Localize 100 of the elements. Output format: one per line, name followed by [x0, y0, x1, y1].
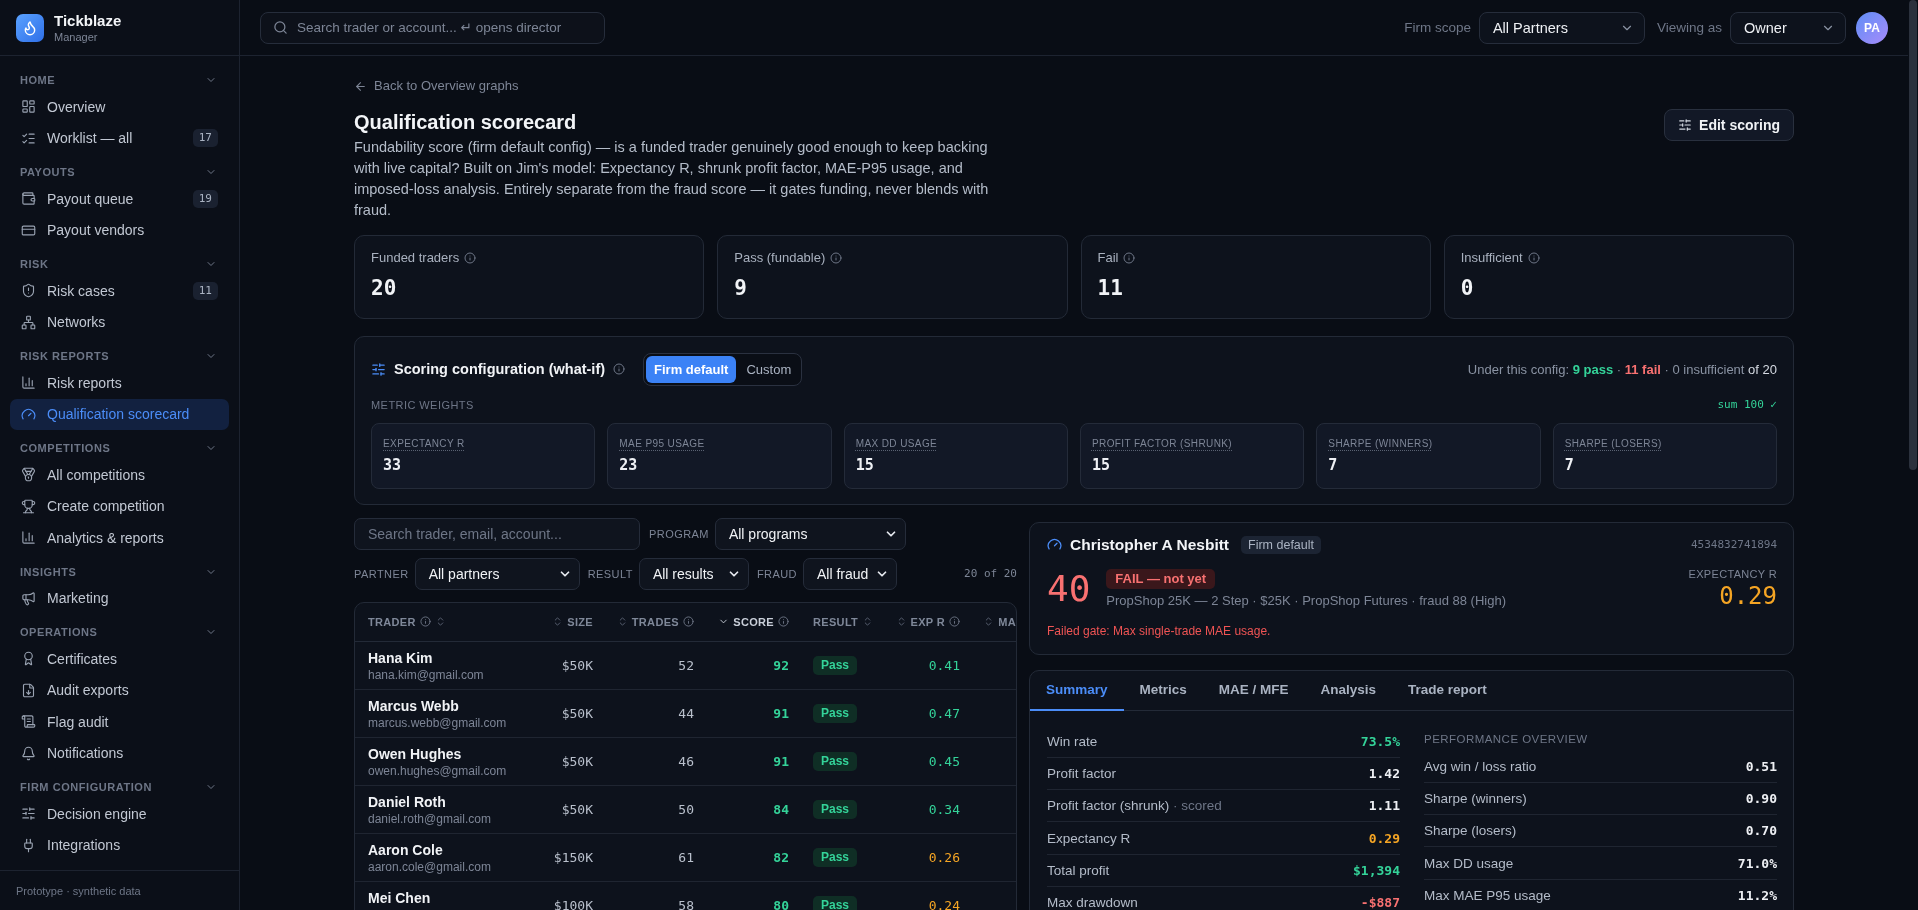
metric-label: EXPECTANCY R	[1688, 566, 1777, 581]
weight-value: 33	[383, 454, 402, 475]
card-icon	[21, 222, 36, 238]
nav-item[interactable]: Payout vendors	[10, 214, 218, 246]
section-toggle[interactable]: INSIGHTS	[10, 560, 229, 583]
table-cell: 91	[773, 705, 789, 721]
mode-tab[interactable]: Firm default	[646, 355, 737, 383]
network-icon	[21, 314, 36, 330]
nav-item[interactable]: Certificates	[10, 643, 218, 675]
nav-item[interactable]: Networks	[10, 306, 218, 338]
scrollbar-thumb[interactable]	[1909, 0, 1917, 470]
table-cell: 92	[773, 657, 789, 673]
sliders-icon	[1678, 117, 1693, 132]
tab[interactable]: Metrics	[1123, 670, 1203, 711]
trader-name: Mei Chen	[368, 888, 431, 907]
tab[interactable]: Summary	[1030, 670, 1124, 711]
field-label: Firm scope	[1404, 20, 1471, 35]
section-toggle[interactable]: OPERATIONS	[10, 621, 229, 643]
result-tag: Pass	[813, 703, 858, 723]
table-row[interactable]: Aaron Cole aaron.cole@gmail.com $150K 61 82 Pass 0.26	[355, 833, 1016, 882]
back-link[interactable]: Back to Overview graphs	[354, 78, 519, 94]
column-header[interactable]: SCORE	[718, 615, 789, 628]
info-icon	[1123, 251, 1136, 264]
app-subtitle: Manager	[54, 29, 98, 44]
column-header[interactable]: RESULT	[813, 615, 874, 628]
table-row[interactable]: Marcus Webb marcus.webb@gmail.com $50K 44 91 Pass 0.47	[355, 689, 1016, 738]
nav-item[interactable]: Qualification scorecard	[10, 398, 229, 430]
nav-item[interactable]: Marketing	[10, 582, 218, 614]
shield-icon	[21, 283, 36, 299]
metric-value: 0.90	[1745, 790, 1777, 806]
nav-item[interactable]: Audit exports	[10, 674, 218, 706]
sliders-icon	[371, 361, 386, 377]
weight-value: 15	[855, 454, 874, 475]
filter-label: PARTNER	[354, 567, 409, 580]
metric-value: $1,394	[1353, 862, 1400, 878]
trader-email: hana.kim@gmail.com	[368, 666, 484, 683]
checklist-icon	[21, 130, 36, 146]
table-cell: 91	[773, 753, 789, 769]
page-title: Qualification scorecard	[354, 109, 577, 135]
section-toggle[interactable]: FIRM CONFIGURATION	[10, 776, 229, 798]
metric-label: Profit factor (shrunk) · scored	[1047, 798, 1222, 814]
tab[interactable]: Trade report	[1392, 670, 1503, 711]
nav-item[interactable]: Analytics & reports	[10, 522, 218, 554]
table-row[interactable]: Daniel Roth daniel.roth@gmail.com $50K 50 84 Pass 0.34	[355, 785, 1016, 834]
filter-label: PROGRAM	[649, 527, 709, 540]
gauge-icon	[21, 406, 36, 422]
column-header[interactable]: TRADER	[368, 615, 446, 628]
section-toggle[interactable]: COMPETITIONS	[10, 437, 229, 459]
metric-label: Max drawdown	[1047, 895, 1138, 910]
section-toggle[interactable]: RISK REPORTS	[10, 345, 229, 367]
metric-label: Profit factor	[1047, 765, 1117, 781]
table-cell: $50K	[561, 753, 593, 769]
column-header[interactable]: TRADES	[616, 615, 694, 628]
nav-item[interactable]: Overview	[10, 91, 218, 123]
column-header[interactable]: EXP R	[895, 615, 960, 628]
section-toggle[interactable]: PAYOUTS	[10, 161, 229, 183]
edit-scoring-button[interactable]: Edit scoring	[1664, 108, 1794, 141]
nav-item[interactable]: Notifications	[10, 737, 218, 769]
section-toggle[interactable]: HOME	[10, 69, 229, 91]
trader-name: Owen Hughes	[368, 744, 462, 763]
table-cell: $50K	[561, 801, 593, 817]
role-select[interactable]: Owner	[1730, 11, 1846, 44]
filter-select[interactable]: All results	[638, 557, 749, 590]
stat-label: Funded traders	[371, 250, 460, 265]
page-description: Fundability score (firm default config) — is a funded trader genuinely good enough to keep backing with live capital? Built on Jim's model: Expectancy R, shrunk profit factor, MAE-P95 usage, and imposed-loss analysis. Entirely separate from the fraud score — it gates funding, never blends with fraud.	[354, 137, 990, 220]
nav-item[interactable]: Worklist — all	[10, 122, 193, 154]
nav-item[interactable]: Risk cases	[10, 275, 193, 307]
search-field[interactable]: Search trader, email, account...	[354, 517, 640, 550]
tab[interactable]: MAE / MFE	[1202, 670, 1305, 711]
section-title: PERFORMANCE OVERVIEW	[1424, 731, 1588, 747]
nav-item[interactable]: Decision engine	[10, 798, 218, 830]
column-header[interactable]: MA	[983, 615, 1016, 628]
filter-select[interactable]: All fraud	[802, 557, 897, 590]
result-tag: Pass	[813, 751, 858, 771]
metric-value: -$887	[1360, 895, 1400, 910]
metric-label: Max DD usage	[1424, 855, 1514, 871]
stat-value: 11	[1097, 274, 1123, 302]
tab[interactable]: Analysis	[1304, 670, 1393, 711]
metric-value: 71.0%	[1737, 855, 1777, 871]
table-cell: $150K	[553, 849, 593, 865]
weights-sum: sum 100 ✓	[1717, 398, 1777, 411]
nav-item[interactable]: Risk reports	[10, 367, 218, 399]
nav-item[interactable]: All competitions	[10, 459, 218, 491]
filter-select[interactable]: All programs	[714, 517, 906, 550]
trader-name: Christopher A Nesbitt	[1070, 535, 1230, 554]
file-download-icon	[21, 682, 36, 698]
section-toggle[interactable]: RISK	[10, 253, 229, 275]
firm-scope-select[interactable]: All Partners	[1478, 11, 1645, 44]
filter-select[interactable]: All partners	[414, 557, 580, 590]
table-row[interactable]: Owen Hughes owen.hughes@gmail.com $50K 46 91 Pass 0.45	[355, 737, 1016, 786]
nav-item[interactable]: Create competition	[10, 490, 218, 522]
nav-item[interactable]: Integrations	[10, 829, 218, 861]
config-tag: Firm default	[1241, 535, 1322, 554]
nav-item[interactable]: Payout queue	[10, 183, 193, 215]
result-tag: FAIL — not yet	[1106, 568, 1216, 589]
search-field[interactable]: Search trader or account... ↵ opens director	[260, 11, 605, 44]
nav-item[interactable]: Flag audit	[10, 706, 218, 738]
column-header[interactable]: SIZE	[552, 615, 593, 628]
mode-tab[interactable]: Custom	[738, 355, 800, 383]
table-row[interactable]: Hana Kim hana.kim@gmail.com $50K 52 92 Pass 0.41	[355, 641, 1016, 690]
